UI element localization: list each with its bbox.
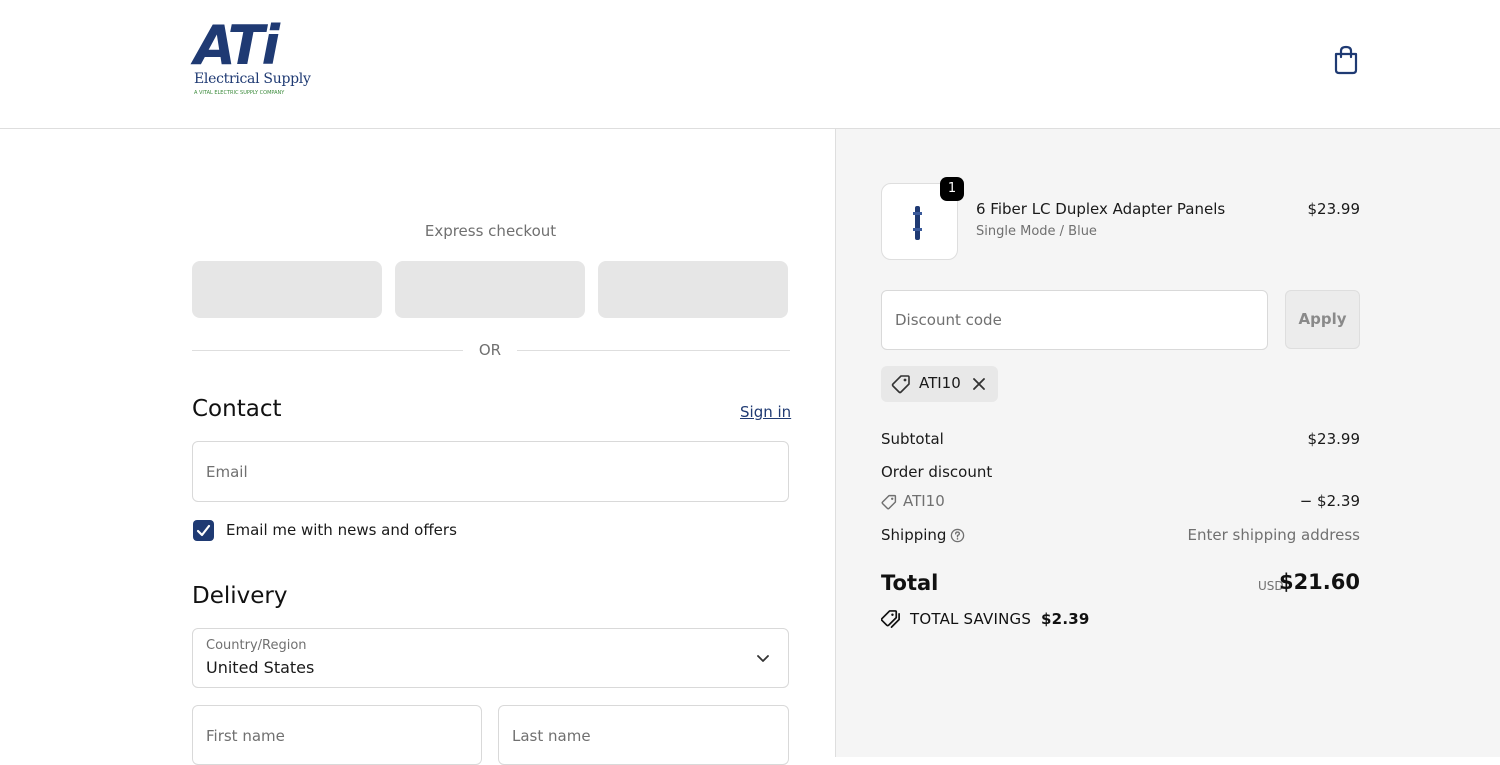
applied-code-text: ATI10: [919, 374, 961, 392]
first-name-placeholder: First name: [206, 727, 285, 745]
express-pay-button-2[interactable]: [395, 261, 585, 318]
checkmark-icon: [196, 524, 211, 537]
product-image: [913, 206, 922, 240]
ati-logo[interactable]: ATi Electrical Supply A VITAL ELECTRIC S…: [192, 16, 314, 100]
newsletter-label: Email me with news and offers: [226, 521, 457, 539]
last-name-field[interactable]: Last name: [498, 705, 789, 765]
divider-left: [192, 350, 463, 351]
discount-placeholder: Discount code: [895, 311, 1002, 329]
total-savings: TOTAL SAVINGS $2.39: [910, 610, 1090, 628]
subtotal-label: Subtotal: [881, 430, 944, 448]
discount-code-field[interactable]: Discount code: [881, 290, 1268, 350]
savings-value: $2.39: [1041, 610, 1090, 628]
country-label: Country/Region: [206, 638, 307, 653]
remove-discount-close-icon[interactable]: [971, 376, 987, 392]
total-label: Total: [881, 571, 939, 595]
express-pay-button-1[interactable]: [192, 261, 382, 318]
or-divider-text: OR: [478, 341, 502, 359]
email-placeholder: Email: [206, 463, 248, 481]
savings-label: TOTAL SAVINGS: [910, 610, 1032, 628]
savings-tag-icon: [881, 610, 900, 628]
header: ATi Electrical Supply A VITAL ELECTRIC S…: [0, 0, 1500, 129]
product-name: 6 Fiber LC Duplex Adapter Panels: [976, 200, 1226, 218]
divider-right: [517, 350, 790, 351]
shipping-value: Enter shipping address: [1187, 526, 1360, 544]
logo-tagline: A VITAL ELECTRIC SUPPLY COMPANY: [194, 90, 285, 96]
last-name-placeholder: Last name: [512, 727, 591, 745]
tag-icon: [891, 375, 910, 394]
applied-discount-chip: ATI10: [881, 366, 998, 402]
discount-value: − $2.39: [1299, 492, 1360, 510]
shipping-label: Shipping: [881, 526, 947, 544]
email-field[interactable]: Email: [192, 441, 789, 502]
shopping-bag-icon[interactable]: [1333, 45, 1359, 75]
logo-sub-text: Electrical Supply: [194, 71, 311, 87]
subtotal-value: $23.99: [1307, 430, 1361, 448]
express-pay-button-3[interactable]: [598, 261, 788, 318]
express-checkout-label: Express checkout: [424, 222, 557, 240]
chevron-down-icon: [757, 655, 769, 662]
newsletter-checkbox[interactable]: [193, 520, 214, 541]
product-price: $23.99: [1307, 200, 1361, 218]
help-circle-icon[interactable]: [950, 528, 965, 543]
total-amount: $21.60: [1278, 570, 1360, 594]
quantity-badge: 1: [940, 177, 964, 201]
sign-in-link[interactable]: Sign in: [740, 403, 791, 421]
tag-icon: [881, 494, 897, 510]
country-value: United States: [206, 658, 315, 677]
first-name-field[interactable]: First name: [192, 705, 482, 765]
logo-main-text: ATi: [194, 14, 280, 77]
apply-discount-button[interactable]: Apply: [1285, 290, 1360, 349]
contact-heading: Contact: [192, 396, 282, 422]
country-select[interactable]: Country/Region United States: [192, 628, 789, 688]
order-discount-label: Order discount: [881, 463, 993, 481]
delivery-heading: Delivery: [192, 583, 288, 609]
discount-code-label: ATI10: [903, 492, 945, 510]
product-variant: Single Mode / Blue: [976, 224, 1097, 239]
